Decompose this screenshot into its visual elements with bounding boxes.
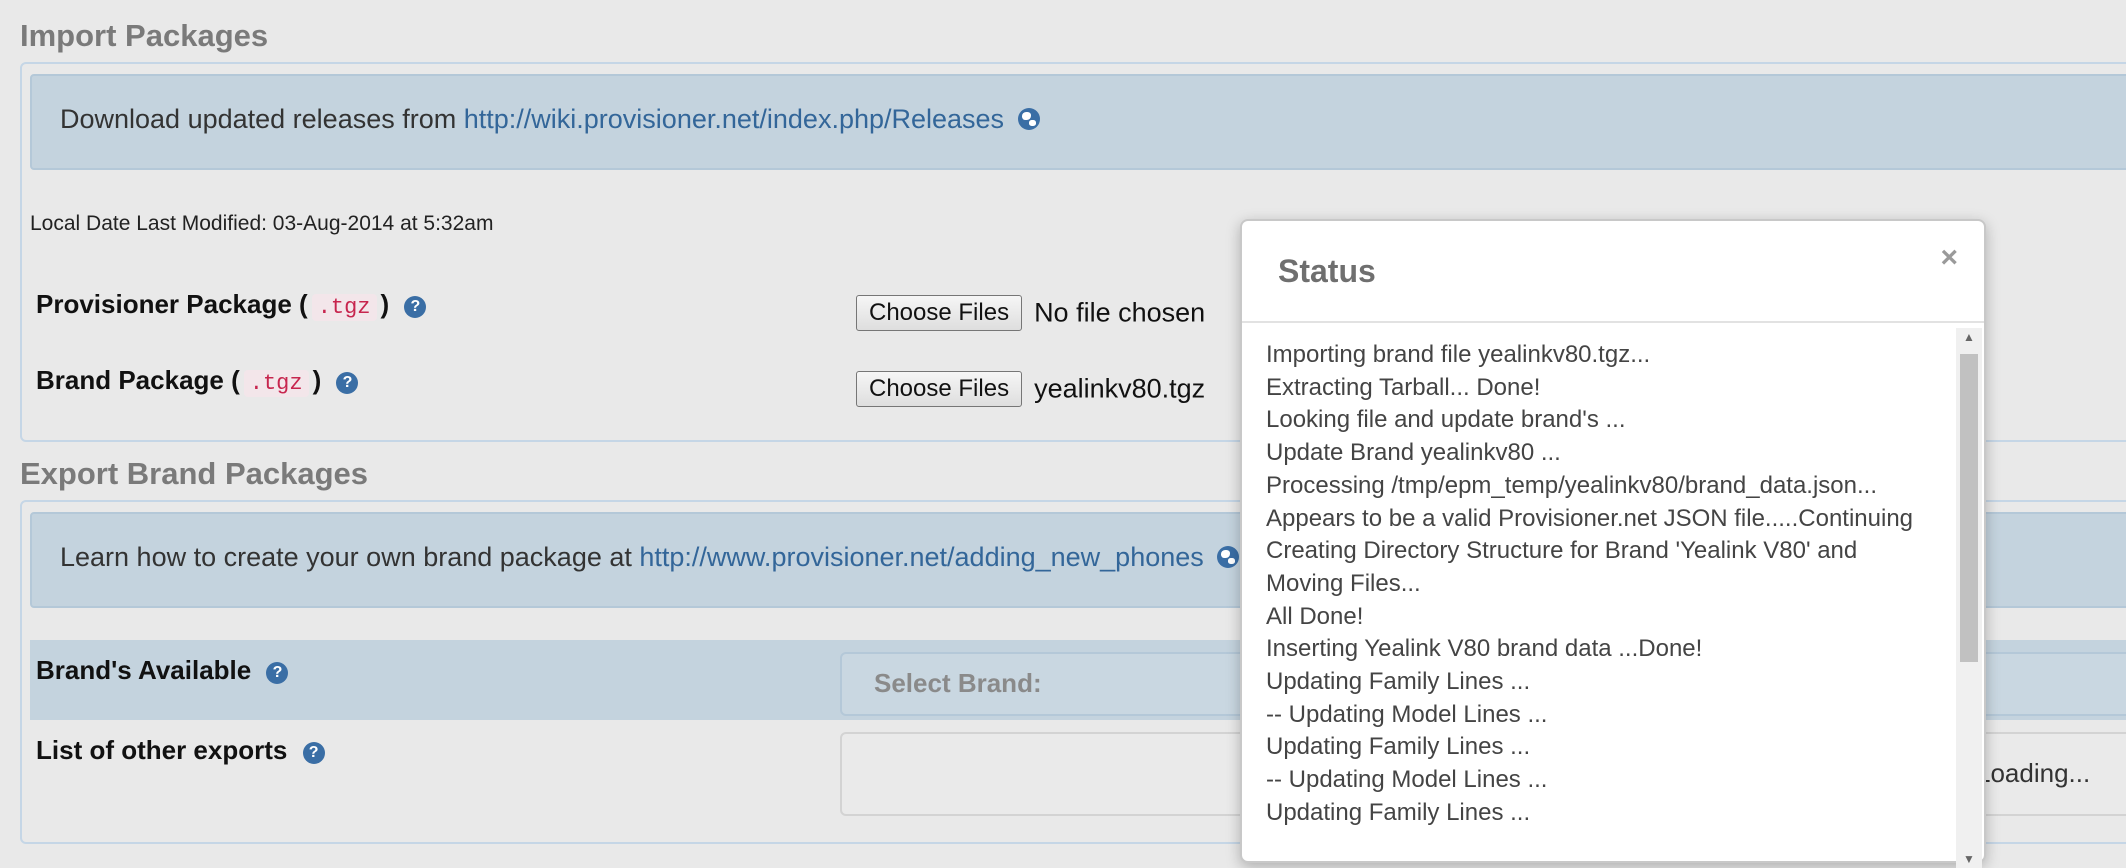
log-line: -- Updating Model Lines ...: [1266, 766, 1548, 794]
provisioner-file-status: No file chosen: [1034, 297, 1206, 328]
help-circle-icon[interactable]: ?: [302, 742, 325, 764]
help-circle-icon[interactable]: ?: [336, 372, 359, 394]
help-circle-icon[interactable]: ?: [404, 296, 427, 318]
status-log-scrollbar[interactable]: ▲ ▼: [1956, 328, 1982, 868]
brand-file-input: Choose Files yealinkv80.tgz: [856, 371, 1205, 407]
log-line: Updating Family Lines ...: [1266, 668, 1531, 696]
provisioner-choose-files-button[interactable]: Choose Files: [856, 295, 1023, 331]
brand-package-label: Brand Package (.tgz) ?: [36, 365, 359, 397]
export-brand-packages-title: Export Brand Packages: [20, 456, 369, 491]
log-line: Updating Family Lines ...: [1266, 798, 1531, 826]
import-info-text: Download updated releases from: [60, 104, 457, 134]
log-line: Importing brand file yealinkv80.tgz...: [1266, 341, 1651, 368]
loading-text: Loading...: [1976, 758, 2091, 788]
other-exports-label: List of other exports ?: [36, 735, 325, 766]
globe-icon: [1017, 108, 1040, 130]
provisioner-file-input: Choose Files No file chosen: [856, 295, 1205, 331]
log-line: Updating Family Lines ...: [1266, 733, 1531, 761]
brands-available-label: Brand's Available ?: [36, 655, 289, 686]
export-info-text: Learn how to create your own brand packa…: [60, 542, 632, 572]
log-line: Update Brand yealinkv80 ...: [1266, 439, 1561, 467]
brand-file-status: yealinkv80.tgz: [1034, 373, 1206, 404]
log-line: Extracting Tarball... Done!: [1266, 373, 1541, 401]
releases-link[interactable]: http://wiki.provisioner.net/index.php/Re…: [464, 104, 1004, 134]
select-brand-placeholder: Select Brand:: [874, 668, 1042, 698]
import-packages-title: Import Packages: [20, 18, 269, 53]
brand-choose-files-button[interactable]: Choose Files: [856, 371, 1023, 407]
help-circle-icon[interactable]: ?: [266, 662, 289, 684]
log-line: Appears to be a valid Provisioner.net JS…: [1266, 504, 1914, 532]
status-dialog: Status × Importing brand file yealinkv80…: [1240, 219, 1986, 868]
provisioner-package-label: Provisioner Package (.tgz) ?: [36, 289, 427, 321]
dialog-divider: [1242, 321, 1984, 323]
globe-icon: [1217, 546, 1240, 568]
log-line: -- Updating Model Lines ...: [1266, 700, 1548, 728]
log-line: Inserting Yealink V80 brand data ...Done…: [1266, 635, 1703, 663]
log-line: Looking file and update brand's ...: [1266, 406, 1626, 434]
tgz-code: .tgz: [311, 294, 377, 321]
import-info-box: Download updated releases from http://wi…: [30, 74, 2126, 170]
scroll-down-arrow-icon[interactable]: ▼: [1956, 850, 1982, 868]
status-log: Importing brand file yealinkv80.tgz... E…: [1266, 339, 1926, 859]
tgz-code: .tgz: [243, 370, 309, 397]
log-line: Creating Directory Structure for Brand '…: [1266, 537, 1858, 597]
log-line: Processing /tmp/epm_temp/yealinkv80/bran…: [1266, 471, 1878, 499]
scroll-thumb[interactable]: [1960, 354, 1978, 662]
adding-new-phones-link[interactable]: http://www.provisioner.net/adding_new_ph…: [639, 542, 1203, 572]
close-icon[interactable]: ×: [1940, 241, 1958, 275]
local-date-modified: Local Date Last Modified: 03-Aug-2014 at…: [30, 212, 494, 235]
status-dialog-title: Status: [1278, 253, 1376, 289]
scroll-up-arrow-icon[interactable]: ▲: [1956, 328, 1982, 346]
log-line: All Done!: [1266, 602, 1364, 630]
